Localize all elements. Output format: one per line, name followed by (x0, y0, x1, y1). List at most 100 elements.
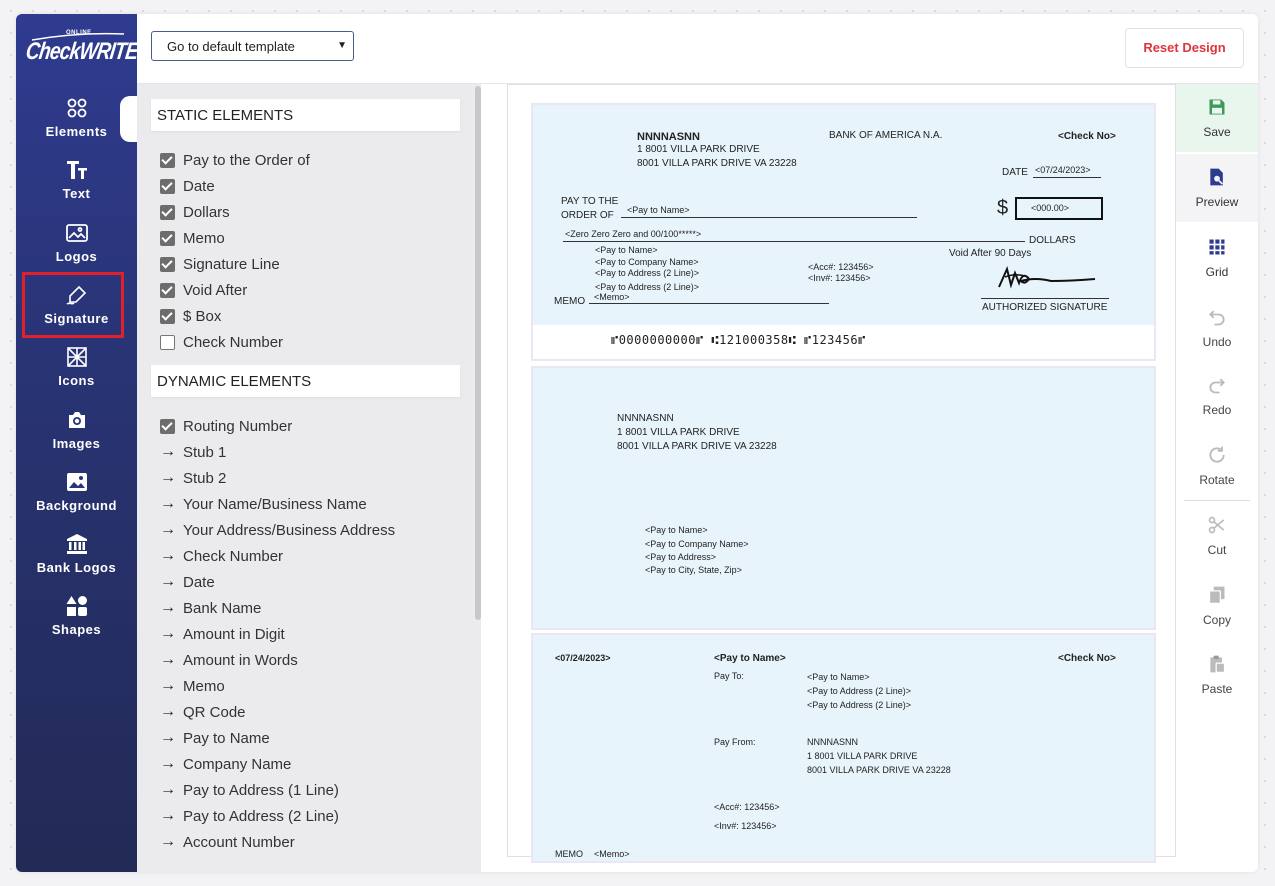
pay-to-name[interactable]: <Pay to Name> (627, 205, 690, 215)
stub1-address-2[interactable]: 8001 VILLA PARK DRIVE VA 23228 (617, 441, 777, 452)
static-element-item[interactable]: Void After (160, 279, 247, 301)
static-element-item[interactable]: Check Number (160, 331, 283, 353)
payee-name[interactable]: <Pay to Name> (595, 245, 658, 255)
invoice-number[interactable]: <Inv#: 123456> (808, 273, 871, 283)
stub1-payee-name[interactable]: <Pay to Name> (645, 525, 708, 535)
dynamic-element-item[interactable]: → Memo (160, 675, 225, 697)
copy-button[interactable]: Copy (1176, 572, 1258, 640)
dynamic-element-item[interactable]: → Amount in Digit (160, 623, 285, 645)
stub2-pay-from-line-1[interactable]: NNNNASNN (807, 737, 858, 747)
static-element-label: $ Box (183, 307, 222, 325)
static-element-item[interactable]: Memo (160, 227, 225, 249)
stub2-pay-to-line-1[interactable]: <Pay to Name> (807, 672, 870, 682)
rotate-button[interactable]: Rotate (1176, 432, 1258, 500)
check-body[interactable]: NNNNASNN 1 8001 VILLA PARK DRIVE 8001 VI… (531, 103, 1156, 361)
checkbox-checked-icon[interactable] (160, 152, 175, 168)
signature-image[interactable] (991, 263, 1101, 293)
payer-address-1[interactable]: 1 8001 VILLA PARK DRIVE (637, 144, 760, 155)
reset-design-button[interactable]: Reset Design (1125, 28, 1244, 68)
dynamic-element-item[interactable]: → Stub 1 (160, 441, 226, 463)
micr-routing-line[interactable]: ⑈0000000000⑈ ⑆121000358⑆ ⑈123456⑈ (611, 333, 866, 347)
account-number[interactable]: <Acc#: 123456> (808, 262, 874, 272)
dynamic-element-item[interactable]: → Pay to Name (160, 727, 270, 749)
micr-band: ⑈0000000000⑈ ⑆121000358⑆ ⑈123456⑈ (533, 325, 1154, 359)
date-value[interactable]: <07/24/2023> (1035, 165, 1091, 175)
stub2-memo-value[interactable]: <Memo> (594, 849, 630, 859)
stub1-payee-company[interactable]: <Pay to Company Name> (645, 539, 749, 549)
stub2-pay-from-line-3[interactable]: 8001 VILLA PARK DRIVE VA 23228 (807, 765, 951, 775)
payee-company[interactable]: <Pay to Company Name> (595, 257, 699, 267)
paste-button[interactable]: Paste (1176, 641, 1258, 709)
dynamic-element-item[interactable]: → Check Number (160, 545, 283, 567)
stub1-payee-address[interactable]: <Pay to Address> (645, 552, 716, 562)
amount-words-line (563, 241, 1025, 242)
checkbox-checked-icon[interactable] (160, 256, 175, 272)
checkbox-checked-icon[interactable] (160, 230, 175, 246)
dynamic-element-label: Amount in Words (183, 651, 298, 669)
dynamic-element-item[interactable]: → Pay to Address (2 Line) (160, 805, 339, 827)
dynamic-element-item[interactable]: → Stub 2 (160, 467, 226, 489)
stub2-account-number[interactable]: <Acc#: 123456> (714, 802, 780, 812)
bank-name[interactable]: BANK OF AMERICA N.A. (829, 130, 942, 141)
nav-logos[interactable]: Logos (16, 221, 137, 279)
stub2-date[interactable]: <07/24/2023> (555, 653, 611, 663)
stub2-check-number[interactable]: <Check No> (1058, 653, 1116, 664)
template-select[interactable]: Go to default template ▼ (151, 31, 354, 61)
checkbox-checked-icon[interactable] (160, 308, 175, 324)
static-element-item[interactable]: Date (160, 175, 215, 197)
panel-scrollbar[interactable] (475, 86, 481, 620)
dynamic-element-item[interactable]: → Your Name/Business Name (160, 493, 367, 515)
nav-bank-logos[interactable]: Bank Logos (16, 532, 137, 590)
checkbox-checked-icon[interactable] (160, 204, 175, 220)
checkbox-checked-icon[interactable] (160, 418, 175, 434)
preview-button[interactable]: Preview (1176, 154, 1258, 222)
redo-button[interactable]: Redo (1176, 362, 1258, 430)
stub2-pay-to-name[interactable]: <Pay to Name> (714, 653, 786, 664)
nav-images[interactable]: Images (16, 408, 137, 466)
stub1-payee-city[interactable]: <Pay to City, State, Zip> (645, 565, 742, 575)
dynamic-element-item[interactable]: → Account Number (160, 831, 295, 853)
grid-button[interactable]: Grid (1176, 224, 1258, 292)
dynamic-element-item[interactable]: → Pay to Address (1 Line) (160, 779, 339, 801)
static-element-item[interactable]: Dollars (160, 201, 230, 223)
checkbox-checked-icon[interactable] (160, 178, 175, 194)
undo-button[interactable]: Undo (1176, 294, 1258, 362)
dynamic-element-item[interactable]: → Bank Name (160, 597, 261, 619)
cut-button[interactable]: Cut (1176, 502, 1258, 570)
amount-words[interactable]: <Zero Zero Zero and 00/100*****> (565, 229, 701, 239)
nav-icons[interactable]: Icons (16, 345, 137, 403)
checkbox-checked-icon[interactable] (160, 282, 175, 298)
static-element-item[interactable]: $ Box (160, 305, 221, 327)
nav-elements[interactable]: Elements (16, 96, 138, 154)
dynamic-element-item[interactable]: Routing Number (160, 415, 292, 437)
logos-icon (16, 221, 137, 247)
save-button[interactable]: Save (1176, 84, 1258, 152)
stub2-pay-from-line-2[interactable]: 1 8001 VILLA PARK DRIVE (807, 751, 917, 761)
dynamic-element-item[interactable]: → QR Code (160, 701, 246, 723)
stub-2[interactable]: <07/24/2023> <Pay to Name> <Check No> Pa… (531, 633, 1156, 863)
nav-text[interactable]: Text (16, 158, 137, 216)
payee-address-2[interactable]: <Pay to Address (2 Line)> (595, 282, 699, 292)
payee-address[interactable]: <Pay to Address (2 Line)> (595, 268, 699, 278)
memo-value[interactable]: <Memo> (594, 292, 630, 302)
nav-shapes[interactable]: Shapes (16, 594, 137, 652)
payer-name[interactable]: NNNNASNN (637, 131, 700, 143)
stub2-pay-to-line-3[interactable]: <Pay to Address (2 Line)> (807, 700, 911, 710)
void-after[interactable]: Void After 90 Days (949, 248, 1031, 259)
dynamic-element-item[interactable]: → Company Name (160, 753, 291, 775)
checkbox-unchecked-icon[interactable] (160, 334, 175, 350)
stub1-address-1[interactable]: 1 8001 VILLA PARK DRIVE (617, 427, 740, 438)
payer-address-2[interactable]: 8001 VILLA PARK DRIVE VA 23228 (637, 158, 797, 169)
dynamic-element-item[interactable]: → Amount in Words (160, 649, 298, 671)
stub-1[interactable]: NNNNASNN 1 8001 VILLA PARK DRIVE 8001 VI… (531, 366, 1156, 630)
static-element-item[interactable]: Pay to the Order of (160, 149, 310, 171)
amount-box[interactable]: <000.00> (1015, 197, 1103, 220)
stub1-payer-name[interactable]: NNNNASNN (617, 413, 674, 424)
static-element-item[interactable]: Signature Line (160, 253, 280, 275)
dynamic-element-item[interactable]: → Date (160, 571, 215, 593)
nav-background[interactable]: Background (16, 470, 137, 528)
stub2-invoice-number[interactable]: <Inv#: 123456> (714, 821, 777, 831)
dynamic-element-item[interactable]: → Your Address/Business Address (160, 519, 395, 541)
check-number[interactable]: <Check No> (1058, 131, 1116, 142)
stub2-pay-to-line-2[interactable]: <Pay to Address (2 Line)> (807, 686, 911, 696)
